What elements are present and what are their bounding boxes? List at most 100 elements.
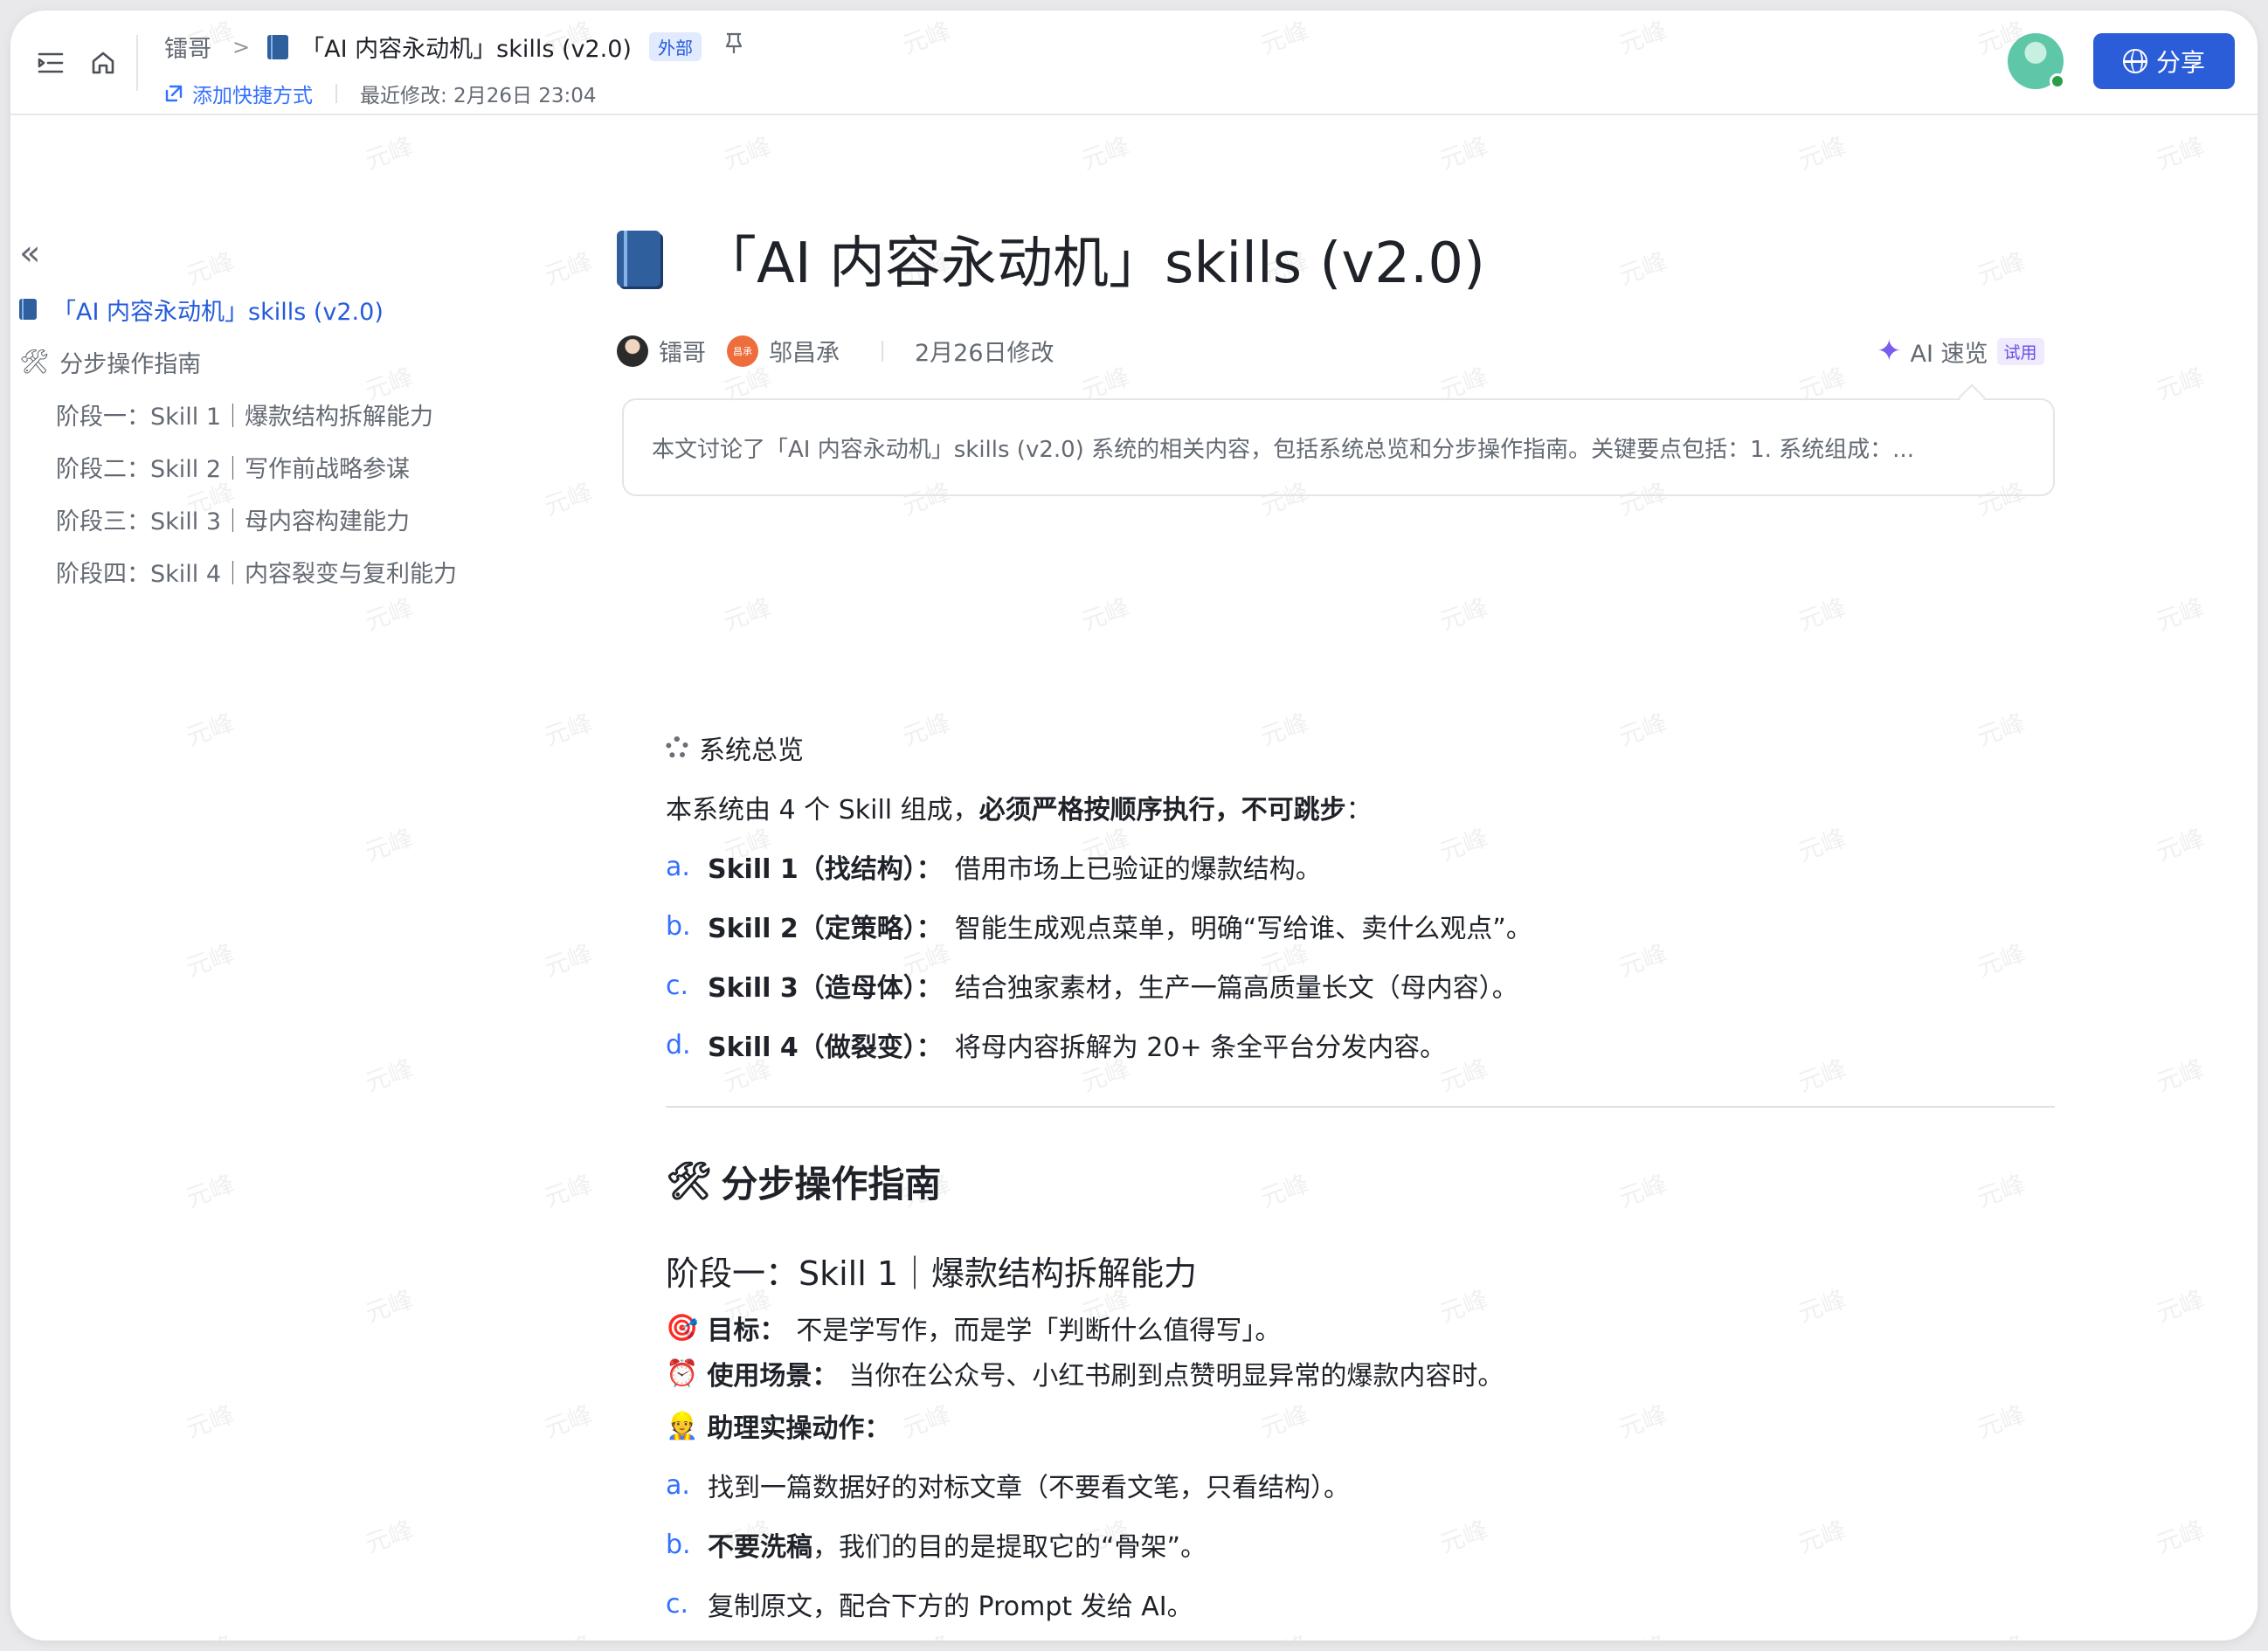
list-item: c. 复制原文，配合下方的 Prompt 发给 AI。 — [666, 1574, 2055, 1634]
list-item: c. Skill 3（造母体）： 结合独家素材，生产一篇高质量长文（母内容）。 — [666, 956, 2055, 1015]
outline-item-label: 「AI 内容永动机」skills (v2.0) — [52, 298, 384, 326]
watermark: 元峰 — [361, 1284, 418, 1329]
outline-item-label: 阶段一：Skill 1｜爆款结构拆解能力 — [56, 403, 434, 431]
watermark: 元峰 — [719, 131, 776, 176]
tools-icon: 🛠 — [19, 349, 50, 376]
ai-quick-label: AI 速览 — [1910, 340, 1988, 368]
watermark: 元峰 — [1794, 592, 1850, 637]
pin-icon[interactable] — [724, 32, 743, 61]
modified-date: 2月26日修改 — [915, 340, 1054, 367]
watermark: 元峰 — [539, 1627, 597, 1641]
watermark: 元峰 — [2152, 823, 2209, 867]
watermark: 元峰 — [361, 1053, 418, 1098]
home-icon[interactable] — [84, 44, 122, 82]
watermark: 元峰 — [182, 938, 239, 983]
outline-item-guide[interactable]: 🛠 分步操作指南 — [19, 335, 457, 388]
list-item: b. Skill 2（定策略）： 智能生成观点菜单，明确“写给谁、卖什么观点”。 — [666, 896, 2055, 956]
shortcut-icon — [165, 85, 183, 102]
alarm-clock-icon: ⏰ — [666, 1357, 699, 1389]
external-badge: 外部 — [648, 32, 702, 61]
breadcrumb-current[interactable]: 「AI 内容永动机」skills (v2.0) — [301, 30, 632, 64]
skill-name: Skill 1（找结构）： — [708, 854, 943, 885]
author-avatar[interactable]: 昌承 — [727, 335, 758, 367]
list-marker: a. — [666, 851, 690, 882]
book-icon — [267, 34, 289, 59]
skill-desc: 智能生成观点菜单，明确“写给谁、卖什么观点”。 — [954, 914, 1532, 944]
actions-label: 助理实操动作： — [707, 1413, 891, 1444]
goal-label: 目标： — [707, 1316, 786, 1346]
list-marker: c. — [666, 970, 689, 1001]
action-text: 复制原文，配合下方的 Prompt 发给 AI。 — [708, 1592, 1193, 1622]
outline-item-label: 阶段四：Skill 4｜内容裂变与复利能力 — [56, 560, 458, 588]
watermark: 元峰 — [2152, 362, 2209, 406]
ai-quick-view-button[interactable]: ✦ AI 速览 试用 — [1877, 334, 2044, 369]
watermark: 元峰 — [540, 1169, 597, 1213]
last-modified: 最近修改: 2月26日 23:04 — [360, 85, 597, 107]
breadcrumb: 镭哥 > 「AI 内容永动机」skills (v2.0) 外部 — [164, 30, 743, 64]
menu-toggle-icon[interactable] — [31, 44, 70, 82]
book-icon — [19, 299, 37, 320]
share-button[interactable]: 分享 — [2093, 33, 2235, 89]
breadcrumb-root[interactable]: 镭哥 — [164, 30, 211, 64]
add-shortcut-link[interactable]: 添加快捷方式 — [164, 79, 313, 108]
watermark: 元峰 — [2152, 592, 2209, 637]
watermark: 元峰 — [540, 1399, 597, 1444]
watermark: 元峰 — [361, 131, 418, 176]
skill-desc: 结合独家素材，生产一篇高质量长文（母内容）。 — [954, 973, 1518, 1004]
worker-icon: 👷 — [666, 1410, 699, 1441]
action-text: ，我们的目的是提取它的“骨架”。 — [812, 1532, 1207, 1563]
outline-item-stage1[interactable]: 阶段一：Skill 1｜爆款结构拆解能力 — [19, 388, 457, 440]
list-item: b. 不要洗稿 ，我们的目的是提取它的“骨架”。 — [666, 1515, 2055, 1574]
watermark: 元峰 — [719, 592, 776, 637]
ai-summary-text: 本文讨论了「AI 内容永动机」skills (v2.0) 系统的相关内容，包括系… — [652, 436, 1914, 463]
target-icon: 🎯 — [666, 1312, 699, 1344]
section-divider — [666, 1106, 2055, 1108]
author-avatar[interactable] — [617, 335, 648, 367]
scene-label: 使用场景： — [707, 1361, 839, 1392]
watermark: 元峰 — [182, 1399, 239, 1444]
skill-name: Skill 3（造母体）： — [708, 973, 943, 1004]
intro-end: ： — [1345, 795, 1373, 826]
outline-item-label: 分步操作指南 — [59, 350, 202, 378]
list-item: d. Skill 4（做裂变）： 将母内容拆解为 20+ 条全平台分发内容。 — [666, 1015, 2055, 1074]
outline-item-stage4[interactable]: 阶段四：Skill 4｜内容裂变与复利能力 — [19, 545, 457, 598]
ai-summary-box[interactable]: 本文讨论了「AI 内容永动机」skills (v2.0) 系统的相关内容，包括系… — [622, 398, 2055, 496]
skill-desc: 借用市场上已验证的爆款结构。 — [954, 854, 1322, 885]
actions-heading: 👷 助理实操动作： — [666, 1396, 2055, 1455]
author-name[interactable]: 邬昌承 — [769, 334, 840, 368]
outline-item-label: 阶段三：Skill 3｜母内容构建能力 — [56, 508, 411, 535]
overview-heading-text: 系统总览 — [699, 736, 804, 766]
collapse-outline-icon[interactable]: « — [19, 236, 40, 271]
watermark: 元峰 — [2152, 1053, 2209, 1098]
outline-item-stage3[interactable]: 阶段三：Skill 3｜母内容构建能力 — [19, 493, 457, 545]
watermark: 元峰 — [182, 1169, 239, 1213]
watermark: 元峰 — [1794, 131, 1850, 176]
toolbar-divider — [136, 35, 138, 91]
list-item: a. 找到一篇数据好的对标文章（不要看文笔，只看结构）。 — [666, 1455, 2055, 1515]
goal-text: 不是学写作，而是学「判断什么值得写」。 — [796, 1316, 1282, 1346]
meta-divider — [882, 340, 883, 362]
author-name[interactable]: 镭哥 — [659, 334, 706, 368]
watermark: 元峰 — [1077, 592, 1134, 637]
gear-icon — [666, 736, 688, 759]
watermark: 元峰 — [540, 938, 597, 983]
page-title: 「AI 内容永动机」skills (v2.0) — [617, 218, 1485, 299]
share-label: 分享 — [2155, 48, 2205, 77]
list-marker: b. — [666, 910, 691, 942]
outline-item-label: 阶段二：Skill 2｜写作前战略参谋 — [56, 455, 411, 483]
action-bold: 不要洗稿 — [708, 1532, 812, 1563]
outline-item-title[interactable]: 「AI 内容永动机」skills (v2.0) — [19, 283, 457, 335]
skill-desc: 将母内容拆解为 20+ 条全平台分发内容。 — [954, 1033, 1447, 1063]
watermark: 元峰 — [1973, 246, 2029, 291]
outline-item-stage2[interactable]: 阶段二：Skill 2｜写作前战略参谋 — [19, 440, 457, 493]
chevron-right-icon: > — [232, 34, 251, 59]
watermark: 元峰 — [1435, 131, 1492, 176]
overview-intro: 本系统由 4 个 Skill 组成， 必须严格按顺序执行，不可跳步： — [666, 777, 2055, 837]
watermark: 元峰 — [361, 1515, 418, 1559]
watermark: 元峰 — [182, 708, 239, 752]
list-marker: b. — [666, 1529, 691, 1560]
skill-name: Skill 4（做裂变）： — [708, 1033, 943, 1063]
overview-heading: 系统总览 — [666, 718, 2055, 777]
scene-line: ⏰ 使用场景： 当你在公众号、小红书刷到点赞明显异常的爆款内容时。 — [666, 1351, 2055, 1396]
top-bar: 镭哥 > 「AI 内容永动机」skills (v2.0) 外部 添加快捷方式 最… — [10, 10, 2258, 115]
